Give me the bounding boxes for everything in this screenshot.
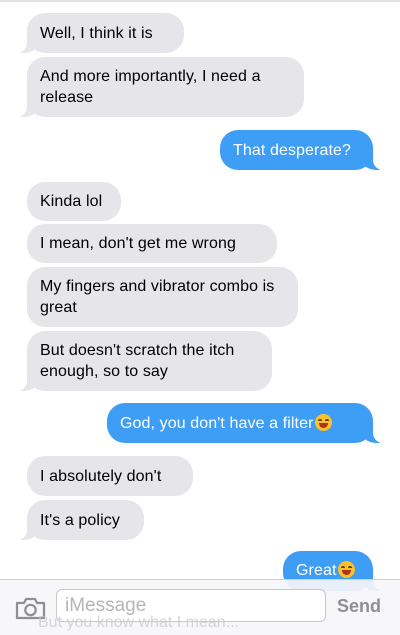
incoming-message: I absolutely don't: [27, 456, 193, 496]
message-text: But doesn't scratch the itch enough, so …: [40, 342, 235, 380]
outgoing-message: God, you don't have a filter: [107, 403, 386, 443]
send-button[interactable]: Send: [337, 596, 381, 617]
message-text: And more importantly, I need a release: [40, 68, 261, 106]
incoming-message: Well, I think it is: [14, 13, 184, 53]
scrolled-message-behind-composer: But you know what I mean...: [38, 614, 239, 631]
message-text: My fingers and vibrator combo is great: [40, 278, 275, 316]
incoming-message: And more importantly, I need a release: [14, 57, 304, 117]
message-text: That desperate?: [233, 141, 352, 159]
message-text: Well, I think it is: [40, 24, 153, 42]
message-text: Kinda lol: [40, 193, 103, 210]
incoming-message: My fingers and vibrator combo is great: [27, 267, 298, 327]
message-text: I absolutely don't: [40, 467, 162, 485]
message-text: I mean, don't get me wrong: [40, 235, 236, 252]
message-text: Great: [296, 561, 337, 579]
message-text: God, you don't have a filter: [120, 414, 314, 432]
incoming-message: But doesn't scratch the itch enough, so …: [14, 331, 272, 391]
rolling-on-floor-laughing-icon: [337, 560, 355, 578]
message-text: It's a policy: [40, 511, 120, 529]
outgoing-message: That desperate?: [220, 130, 386, 170]
message-thread: Well, I think it is And more importantly…: [0, 0, 400, 635]
rolling-on-floor-laughing-icon: [314, 413, 332, 431]
incoming-message: It's a policy: [14, 500, 144, 540]
incoming-message: Kinda lol: [27, 182, 121, 221]
incoming-message: I mean, don't get me wrong: [27, 224, 277, 263]
